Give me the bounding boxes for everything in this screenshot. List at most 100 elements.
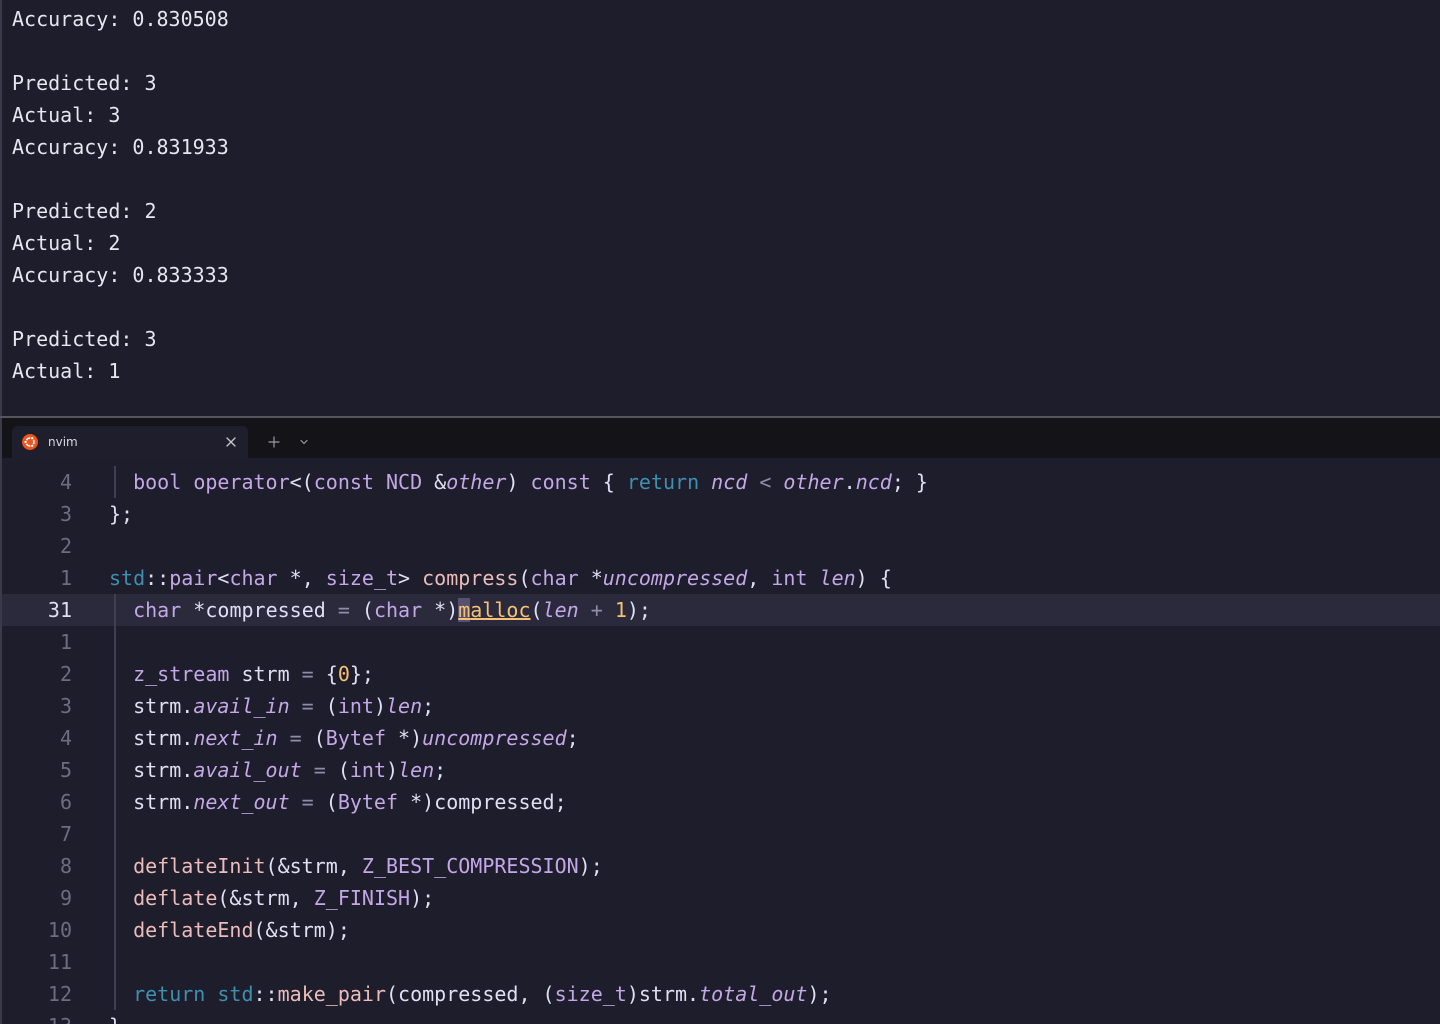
line-number: 10 xyxy=(47,918,72,942)
code-token: . xyxy=(687,982,700,1006)
code-token: uncompressed xyxy=(422,726,567,750)
code-text: bool operator<(const NCD &other) const {… xyxy=(109,466,928,498)
code-line[interactable]: 11 xyxy=(2,946,1440,978)
code-token: operator xyxy=(193,470,290,494)
code-token: char xyxy=(373,598,423,622)
chevron-down-icon xyxy=(300,439,308,445)
code-token: . xyxy=(181,694,194,718)
tab-nvim[interactable]: nvim xyxy=(12,426,248,458)
code-token: . xyxy=(181,790,194,814)
code-line[interactable]: 2 xyxy=(2,530,1440,562)
code-token: int xyxy=(771,566,808,590)
code-token: strm xyxy=(638,982,688,1006)
terminal-line: Actual: 2 xyxy=(12,231,121,255)
code-editor[interactable]: 4 bool operator<(const NCD &other) const… xyxy=(0,458,1440,1024)
code-text: strm.next_out = (Bytef *)compressed; xyxy=(109,786,567,818)
code-text: std::pair<char *, size_t> compress(char … xyxy=(109,562,892,594)
code-line[interactable]: 6 strm.next_out = (Bytef *)compressed; xyxy=(2,786,1440,818)
code-token: int xyxy=(349,758,386,782)
terminal-line: Predicted: 3 xyxy=(12,327,157,351)
code-line[interactable]: 12 return std::make_pair(compressed, (si… xyxy=(2,978,1440,1010)
code-token: { xyxy=(590,470,627,494)
code-token: NCD xyxy=(386,470,423,494)
code-token: strm xyxy=(133,726,182,750)
code-line[interactable]: 2 z_stream strm = {0}; xyxy=(2,658,1440,690)
code-token: compress xyxy=(422,566,519,590)
current-code-line[interactable]: 31 char *compressed = (char *)malloc(len… xyxy=(2,594,1440,626)
code-token: compressed xyxy=(398,982,519,1006)
code-token: ncd xyxy=(711,470,748,494)
code-token: 1 xyxy=(614,598,627,622)
code-line[interactable]: 9 deflate(&strm, Z_FINISH); xyxy=(2,882,1440,914)
code-text: }; xyxy=(109,498,133,530)
code-token: pair xyxy=(169,566,218,590)
code-line[interactable]: 5 strm.avail_out = (int)len; xyxy=(2,754,1440,786)
code-token: ( xyxy=(337,758,350,782)
code-line[interactable]: 3 strm.avail_in = (int)len; xyxy=(2,690,1440,722)
code-token: bool xyxy=(133,470,182,494)
code-token: < xyxy=(747,470,784,494)
code-line[interactable]: 8 deflateInit(&strm, Z_BEST_COMPRESSION)… xyxy=(2,850,1440,882)
line-number: 4 xyxy=(59,470,72,494)
terminal-line: Predicted: 2 xyxy=(12,199,157,223)
code-token: *) xyxy=(398,790,435,814)
line-number: 7 xyxy=(59,822,72,846)
code-token: compressed xyxy=(434,790,555,814)
code-line[interactable]: 1 xyxy=(2,626,1440,658)
code-token: , xyxy=(289,886,314,910)
code-token: uncompressed xyxy=(602,566,748,590)
code-token: strm xyxy=(133,758,182,782)
terminal-pane[interactable]: Accuracy: 0.830508 Predicted: 3 Actual: 3… xyxy=(0,0,1440,416)
code-line[interactable]: 7 xyxy=(2,818,1440,850)
line-number: 5 xyxy=(59,758,72,782)
code-token: strm xyxy=(289,854,338,878)
code-token: }; xyxy=(109,502,134,526)
code-text: deflate(&strm, Z_FINISH); xyxy=(109,882,434,914)
code-token: return xyxy=(133,982,206,1006)
code-token: . xyxy=(843,470,856,494)
code-line[interactable]: 1 std::pair<char *, size_t> compress(char… xyxy=(2,562,1440,594)
code-token: ( xyxy=(385,982,399,1006)
code-token: Z_FINISH xyxy=(313,886,411,910)
code-line[interactable]: 4 strm.next_in = (Bytef *)uncompressed; xyxy=(2,722,1440,754)
line-number: 11 xyxy=(47,950,72,974)
terminal-line: Actual: 1 xyxy=(12,359,121,383)
code-line[interactable]: 3}; xyxy=(2,498,1440,530)
code-text: deflateEnd(&strm); xyxy=(109,914,350,946)
code-token: (& xyxy=(253,918,278,942)
code-line[interactable]: 10 deflateEnd(&strm); xyxy=(2,914,1440,946)
code-token: return xyxy=(626,470,700,494)
code-token: (& xyxy=(217,886,242,910)
text-cursor: m xyxy=(458,598,471,622)
code-token: other xyxy=(446,470,507,494)
close-tab-icon[interactable] xyxy=(222,433,240,451)
code-token: ( xyxy=(325,694,338,718)
line-number: 2 xyxy=(59,534,72,558)
code-line[interactable]: 13} xyxy=(2,1010,1440,1024)
code-token: const xyxy=(530,470,591,494)
code-token: const xyxy=(313,470,374,494)
code-token: { xyxy=(325,662,338,686)
terminal-line: Predicted: 3 xyxy=(12,71,157,95)
new-tab-button[interactable] xyxy=(264,432,284,452)
code-text: strm.avail_in = (int)len; xyxy=(109,690,434,722)
code-token: ); xyxy=(807,982,832,1006)
code-token: ); xyxy=(410,886,435,910)
code-text: char *compressed = (char *)malloc(len + … xyxy=(109,594,651,626)
code-text: strm.avail_out = (int)len; xyxy=(109,754,446,786)
code-token: = xyxy=(325,598,362,622)
code-token: size_t xyxy=(325,566,399,590)
code-token: std xyxy=(217,982,254,1006)
code-line[interactable]: 4 bool operator<(const NCD &other) const… xyxy=(2,466,1440,498)
code-token: ) xyxy=(506,470,531,494)
terminal-line: Actual: 3 xyxy=(12,103,121,127)
code-token: ) { xyxy=(855,566,892,590)
code-token: ; xyxy=(434,758,447,782)
tab-dropdown-button[interactable] xyxy=(294,432,314,452)
